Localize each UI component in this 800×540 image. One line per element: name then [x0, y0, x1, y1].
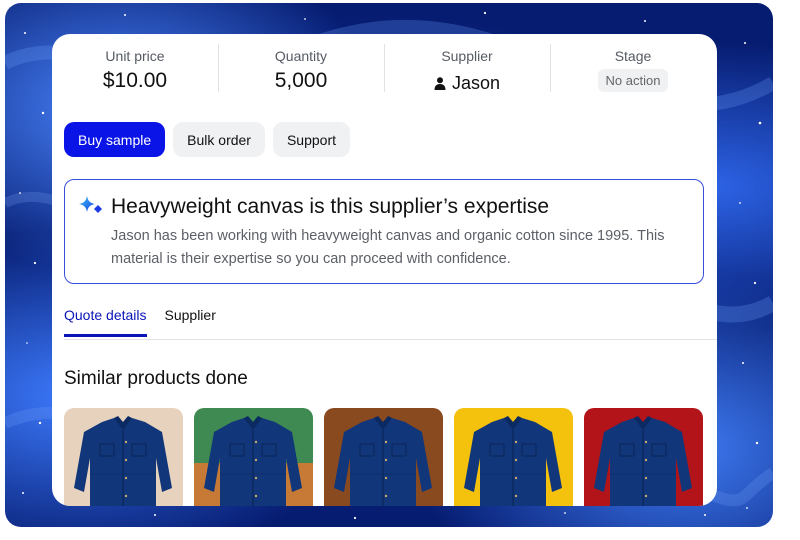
similar-products-title: Similar products done	[64, 368, 248, 389]
stat-label: Quantity	[274, 48, 328, 64]
tabs-divider	[64, 339, 717, 340]
supplier-name: Jason	[451, 73, 501, 93]
jacket-image	[64, 408, 183, 506]
supplier-value[interactable]: Jason	[434, 69, 500, 97]
stat-stage: Stage No action	[550, 34, 716, 104]
product-thumbnail[interactable]	[584, 408, 703, 506]
support-button[interactable]: Support	[272, 122, 351, 157]
person-icon	[434, 76, 446, 90]
expertise-insight: Heavyweight canvas is this supplier’s ex…	[64, 179, 704, 284]
jacket-image	[324, 408, 443, 506]
jacket-image	[454, 408, 573, 506]
stat-label: Unit price	[105, 48, 165, 64]
tab-quote-details[interactable]: Quote details	[64, 306, 147, 337]
similar-products-list	[64, 408, 703, 506]
insight-title: Heavyweight canvas is this supplier’s ex…	[111, 195, 550, 218]
unit-price-value: $10.00	[102, 69, 168, 92]
sparkle-icon	[79, 196, 102, 213]
stat-label: Supplier	[441, 48, 493, 64]
stat-supplier: Supplier Jason	[384, 34, 550, 104]
bulk-order-button[interactable]: Bulk order	[173, 122, 265, 157]
buy-sample-button[interactable]: Buy sample	[64, 122, 166, 157]
quote-stats: Unit price $10.00 Quantity 5,000 Supplie…	[52, 34, 717, 104]
stat-unit-price: Unit price $10.00	[52, 34, 218, 104]
product-thumbnail[interactable]	[64, 408, 183, 506]
detail-tabs: Quote details Supplier	[64, 306, 216, 337]
product-thumbnail[interactable]	[454, 408, 573, 506]
product-thumbnail[interactable]	[324, 408, 443, 506]
stat-quantity: Quantity 5,000	[218, 34, 384, 104]
jacket-image	[194, 408, 313, 506]
quantity-value: 5,000	[274, 69, 328, 92]
product-thumbnail[interactable]	[194, 408, 313, 506]
insight-body: Jason has been working with heavyweight …	[111, 228, 665, 267]
action-buttons: Buy sample Bulk order Support	[64, 122, 351, 157]
tab-supplier[interactable]: Supplier	[165, 306, 216, 337]
jacket-image	[584, 408, 703, 506]
stage-badge: No action	[597, 69, 669, 92]
quote-card: Unit price $10.00 Quantity 5,000 Supplie…	[52, 34, 717, 506]
stat-label: Stage	[614, 48, 652, 64]
